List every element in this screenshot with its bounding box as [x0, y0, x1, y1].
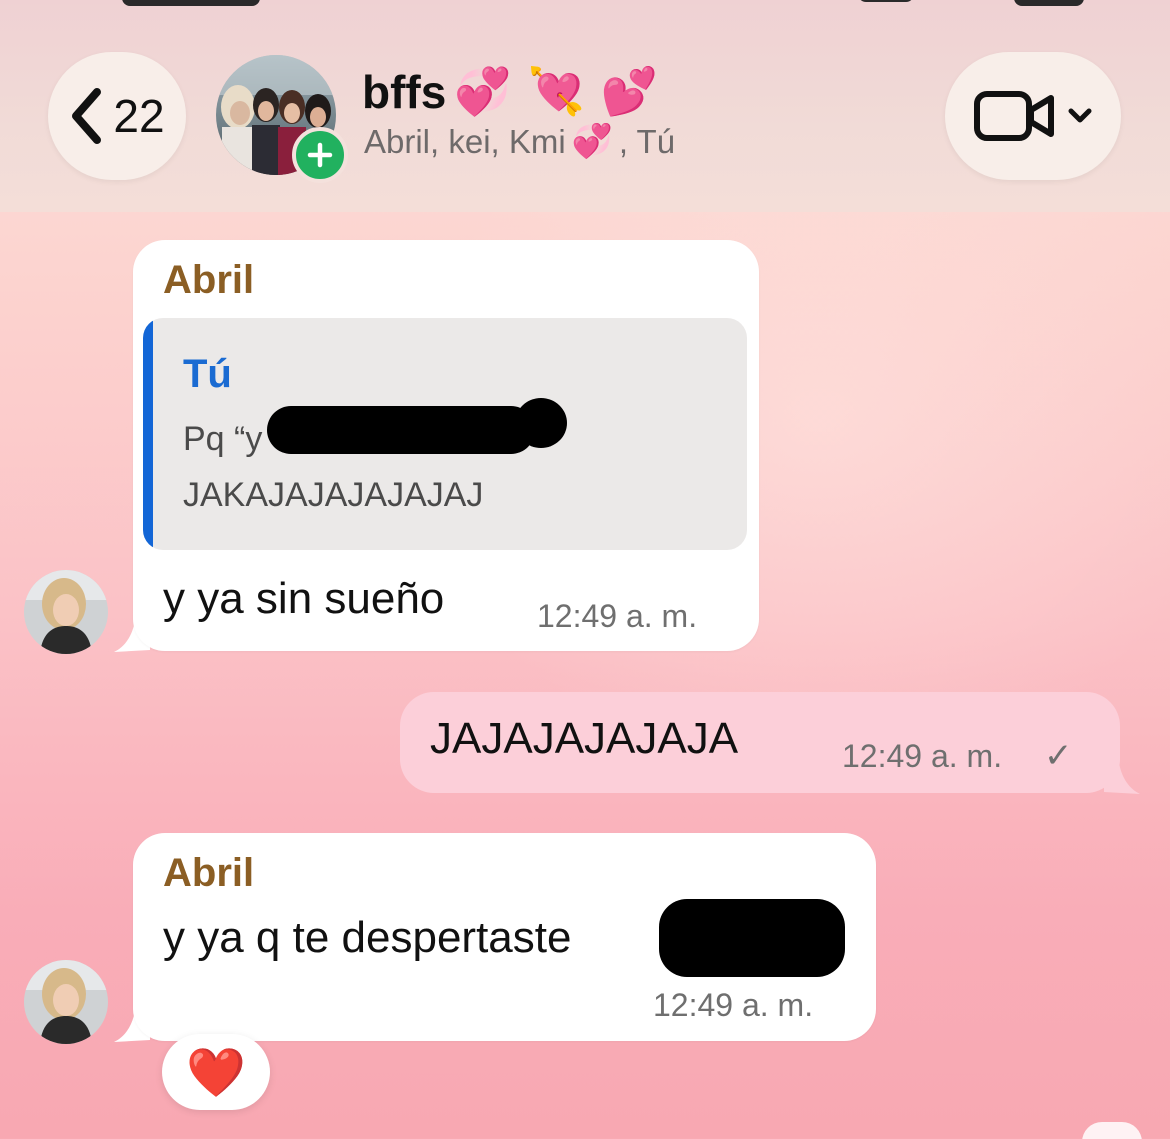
revolving-hearts-emoji: 💞 — [571, 122, 613, 159]
redaction — [267, 406, 535, 454]
quote-text-line2: JAKAJAJAJAJAJAJ — [183, 476, 484, 514]
status-bar-battery-fragment — [1014, 0, 1084, 6]
group-members: Abril, kei, Kmi 💞 , Tú — [364, 122, 675, 161]
sender-avatar[interactable] — [24, 570, 108, 654]
reaction-badge[interactable]: ❤️ — [162, 1034, 270, 1110]
quoted-message[interactable]: Tú Pq “y JAKAJAJAJAJAJAJ — [143, 318, 747, 550]
redaction — [659, 899, 845, 977]
group-name: bffs — [362, 65, 447, 118]
message-time: 12:49 a. m. — [653, 987, 814, 1023]
message-bubble[interactable]: Abril y ya q te despertaste 12:49 a. m. — [133, 833, 876, 1041]
quote-text-line1: Pq “y — [183, 420, 263, 458]
plus-icon — [307, 142, 333, 168]
message-text: y ya q te despertaste — [163, 913, 572, 962]
message-text: y ya sin sueño — [163, 574, 445, 623]
redaction — [515, 398, 567, 448]
sender-avatar[interactable] — [24, 960, 108, 1044]
message-time: 12:49 a. m. — [537, 598, 698, 634]
checkmark-icon: ✓ — [1044, 737, 1073, 775]
members-list: Abril, kei, Kmi — [364, 122, 566, 160]
chevron-down-icon — [1068, 108, 1092, 123]
message-text: JAJAJAJAJAJA — [430, 714, 739, 763]
back-button[interactable]: 22 — [48, 52, 186, 180]
sender-name: Abril — [163, 851, 255, 895]
add-member-button[interactable] — [292, 127, 348, 183]
revolving-hearts-emoji: 💞 — [454, 65, 512, 117]
outgoing-message-bubble[interactable]: JAJAJAJAJAJA 12:49 a. m. ✓ — [400, 692, 1120, 793]
two-hearts-emoji: 💕 — [600, 65, 659, 117]
video-call-button[interactable] — [945, 52, 1121, 180]
quote-author: Tú — [183, 352, 232, 396]
message-time: 12:49 a. m. — [842, 738, 1003, 774]
message-bubble[interactable]: Abril Tú Pq “y JAKAJAJAJAJAJAJ y ya sin … — [133, 240, 759, 651]
chat-header: 22 bffs 💞 💘 💕 Abril, kei, Kmi 💞 , Tú — [0, 0, 1170, 212]
video-camera-icon — [974, 91, 1054, 141]
chevron-left-icon — [72, 88, 102, 144]
status-bar-time-fragment — [122, 0, 260, 6]
heart-with-arrow-emoji: 💘 — [527, 65, 585, 117]
quote-bar — [143, 318, 153, 550]
red-heart-emoji: ❤️ — [186, 1046, 246, 1100]
sender-name: Abril — [163, 258, 255, 302]
members-suffix: , Tú — [618, 122, 676, 160]
group-title[interactable]: bffs 💞 💘 💕 — [362, 64, 658, 119]
group-emojis: 💞 💘 💕 — [454, 64, 658, 119]
scroll-down-button[interactable] — [1082, 1122, 1142, 1139]
status-bar-signal-fragment — [858, 0, 914, 2]
unread-count: 22 — [113, 90, 165, 142]
